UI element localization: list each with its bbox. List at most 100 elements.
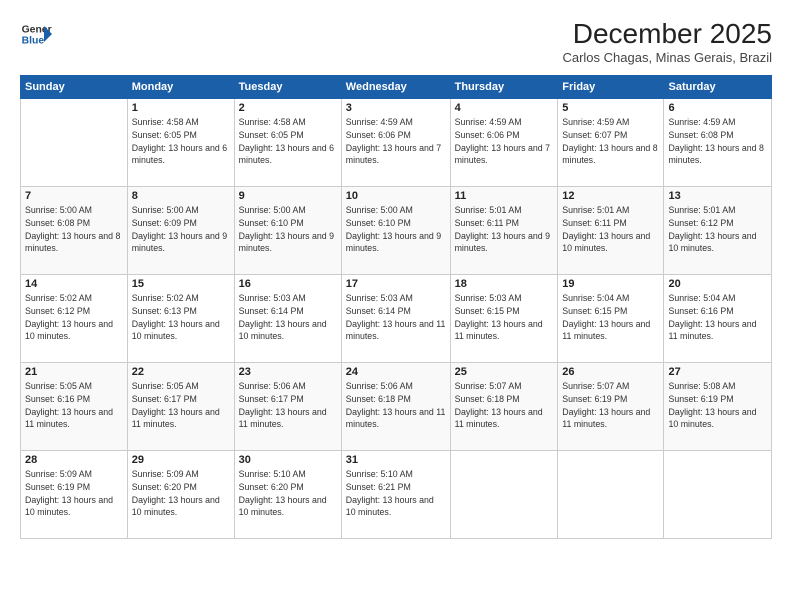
- daylight-label: Daylight: 13 hours and 11 minutes.: [455, 319, 543, 342]
- calendar-cell: 17 Sunrise: 5:03 AM Sunset: 6:14 PM Dayl…: [341, 275, 450, 363]
- day-number: 25: [455, 366, 554, 378]
- day-info: Sunrise: 4:58 AM Sunset: 6:05 PM Dayligh…: [239, 116, 337, 167]
- calendar-cell: 3 Sunrise: 4:59 AM Sunset: 6:06 PM Dayli…: [341, 99, 450, 187]
- day-number: 16: [239, 278, 337, 290]
- day-info: Sunrise: 5:00 AM Sunset: 6:10 PM Dayligh…: [239, 204, 337, 255]
- sunrise-label: Sunrise: 5:10 AM: [346, 469, 413, 479]
- day-info: Sunrise: 5:08 AM Sunset: 6:19 PM Dayligh…: [668, 380, 767, 431]
- sunrise-label: Sunrise: 5:01 AM: [455, 205, 522, 215]
- daylight-label: Daylight: 13 hours and 8 minutes.: [562, 143, 657, 166]
- calendar-cell: 11 Sunrise: 5:01 AM Sunset: 6:11 PM Dayl…: [450, 187, 558, 275]
- calendar-cell: [450, 451, 558, 539]
- sunset-label: Sunset: 6:14 PM: [346, 306, 411, 316]
- day-info: Sunrise: 5:05 AM Sunset: 6:17 PM Dayligh…: [132, 380, 230, 431]
- sunset-label: Sunset: 6:20 PM: [132, 482, 197, 492]
- day-info: Sunrise: 5:06 AM Sunset: 6:17 PM Dayligh…: [239, 380, 337, 431]
- sunrise-label: Sunrise: 5:01 AM: [562, 205, 629, 215]
- calendar-cell: [558, 451, 664, 539]
- calendar-table: Sunday Monday Tuesday Wednesday Thursday…: [20, 75, 772, 539]
- calendar-cell: 10 Sunrise: 5:00 AM Sunset: 6:10 PM Dayl…: [341, 187, 450, 275]
- calendar-cell: 23 Sunrise: 5:06 AM Sunset: 6:17 PM Dayl…: [234, 363, 341, 451]
- daylight-label: Daylight: 13 hours and 6 minutes.: [132, 143, 227, 166]
- day-number: 23: [239, 366, 337, 378]
- header-wednesday: Wednesday: [341, 76, 450, 99]
- calendar-cell: 29 Sunrise: 5:09 AM Sunset: 6:20 PM Dayl…: [127, 451, 234, 539]
- day-number: 11: [455, 190, 554, 202]
- sunset-label: Sunset: 6:06 PM: [455, 130, 520, 140]
- calendar-cell: 14 Sunrise: 5:02 AM Sunset: 6:12 PM Dayl…: [21, 275, 128, 363]
- daylight-label: Daylight: 13 hours and 11 minutes.: [132, 407, 220, 430]
- calendar-cell: 2 Sunrise: 4:58 AM Sunset: 6:05 PM Dayli…: [234, 99, 341, 187]
- day-number: 28: [25, 454, 123, 466]
- sunrise-label: Sunrise: 5:02 AM: [132, 293, 199, 303]
- daylight-label: Daylight: 13 hours and 11 minutes.: [562, 407, 650, 430]
- sunrise-label: Sunrise: 5:01 AM: [668, 205, 735, 215]
- header-sunday: Sunday: [21, 76, 128, 99]
- day-number: 14: [25, 278, 123, 290]
- day-number: 6: [668, 102, 767, 114]
- day-number: 1: [132, 102, 230, 114]
- calendar-cell: 1 Sunrise: 4:58 AM Sunset: 6:05 PM Dayli…: [127, 99, 234, 187]
- sunrise-label: Sunrise: 5:02 AM: [25, 293, 92, 303]
- calendar-cell: [21, 99, 128, 187]
- calendar-cell: 30 Sunrise: 5:10 AM Sunset: 6:20 PM Dayl…: [234, 451, 341, 539]
- logo: General Blue: [20, 18, 52, 50]
- daylight-label: Daylight: 13 hours and 11 minutes.: [668, 319, 756, 342]
- logo-icon: General Blue: [20, 18, 52, 50]
- day-info: Sunrise: 5:03 AM Sunset: 6:14 PM Dayligh…: [239, 292, 337, 343]
- day-info: Sunrise: 5:10 AM Sunset: 6:21 PM Dayligh…: [346, 468, 446, 519]
- day-number: 2: [239, 102, 337, 114]
- daylight-label: Daylight: 13 hours and 9 minutes.: [132, 231, 227, 254]
- day-number: 29: [132, 454, 230, 466]
- sunset-label: Sunset: 6:10 PM: [239, 218, 304, 228]
- daylight-label: Daylight: 13 hours and 11 minutes.: [25, 407, 113, 430]
- calendar-cell: 20 Sunrise: 5:04 AM Sunset: 6:16 PM Dayl…: [664, 275, 772, 363]
- day-number: 4: [455, 102, 554, 114]
- day-number: 13: [668, 190, 767, 202]
- day-number: 24: [346, 366, 446, 378]
- daylight-label: Daylight: 13 hours and 9 minutes.: [346, 231, 441, 254]
- sunrise-label: Sunrise: 5:04 AM: [562, 293, 629, 303]
- sunset-label: Sunset: 6:12 PM: [25, 306, 90, 316]
- sunset-label: Sunset: 6:06 PM: [346, 130, 411, 140]
- sunset-label: Sunset: 6:07 PM: [562, 130, 627, 140]
- day-info: Sunrise: 5:07 AM Sunset: 6:18 PM Dayligh…: [455, 380, 554, 431]
- calendar-cell: 15 Sunrise: 5:02 AM Sunset: 6:13 PM Dayl…: [127, 275, 234, 363]
- daylight-label: Daylight: 13 hours and 11 minutes.: [346, 319, 446, 342]
- day-info: Sunrise: 5:09 AM Sunset: 6:20 PM Dayligh…: [132, 468, 230, 519]
- calendar-cell: 31 Sunrise: 5:10 AM Sunset: 6:21 PM Dayl…: [341, 451, 450, 539]
- location-subtitle: Carlos Chagas, Minas Gerais, Brazil: [562, 50, 772, 65]
- sunrise-label: Sunrise: 4:59 AM: [668, 117, 735, 127]
- day-info: Sunrise: 5:09 AM Sunset: 6:19 PM Dayligh…: [25, 468, 123, 519]
- sunrise-label: Sunrise: 5:03 AM: [346, 293, 413, 303]
- daylight-label: Daylight: 13 hours and 10 minutes.: [132, 319, 220, 342]
- day-info: Sunrise: 5:00 AM Sunset: 6:09 PM Dayligh…: [132, 204, 230, 255]
- calendar-cell: 24 Sunrise: 5:06 AM Sunset: 6:18 PM Dayl…: [341, 363, 450, 451]
- sunset-label: Sunset: 6:15 PM: [455, 306, 520, 316]
- daylight-label: Daylight: 13 hours and 10 minutes.: [25, 495, 113, 518]
- daylight-label: Daylight: 13 hours and 11 minutes.: [239, 407, 327, 430]
- sunset-label: Sunset: 6:09 PM: [132, 218, 197, 228]
- sunset-label: Sunset: 6:17 PM: [239, 394, 304, 404]
- day-info: Sunrise: 4:58 AM Sunset: 6:05 PM Dayligh…: [132, 116, 230, 167]
- day-number: 19: [562, 278, 659, 290]
- sunrise-label: Sunrise: 5:03 AM: [239, 293, 306, 303]
- day-info: Sunrise: 4:59 AM Sunset: 6:06 PM Dayligh…: [346, 116, 446, 167]
- calendar-cell: 6 Sunrise: 4:59 AM Sunset: 6:08 PM Dayli…: [664, 99, 772, 187]
- header-saturday: Saturday: [664, 76, 772, 99]
- header-thursday: Thursday: [450, 76, 558, 99]
- sunrise-label: Sunrise: 4:58 AM: [132, 117, 199, 127]
- day-info: Sunrise: 5:02 AM Sunset: 6:13 PM Dayligh…: [132, 292, 230, 343]
- daylight-label: Daylight: 13 hours and 11 minutes.: [562, 319, 650, 342]
- daylight-label: Daylight: 13 hours and 7 minutes.: [455, 143, 550, 166]
- sunrise-label: Sunrise: 5:03 AM: [455, 293, 522, 303]
- sunset-label: Sunset: 6:11 PM: [455, 218, 519, 228]
- sunrise-label: Sunrise: 5:09 AM: [25, 469, 92, 479]
- sunset-label: Sunset: 6:15 PM: [562, 306, 627, 316]
- sunset-label: Sunset: 6:19 PM: [25, 482, 90, 492]
- daylight-label: Daylight: 13 hours and 6 minutes.: [239, 143, 334, 166]
- week-row-1: 1 Sunrise: 4:58 AM Sunset: 6:05 PM Dayli…: [21, 99, 772, 187]
- day-info: Sunrise: 5:03 AM Sunset: 6:14 PM Dayligh…: [346, 292, 446, 343]
- title-area: December 2025 Carlos Chagas, Minas Gerai…: [562, 18, 772, 65]
- week-row-3: 14 Sunrise: 5:02 AM Sunset: 6:12 PM Dayl…: [21, 275, 772, 363]
